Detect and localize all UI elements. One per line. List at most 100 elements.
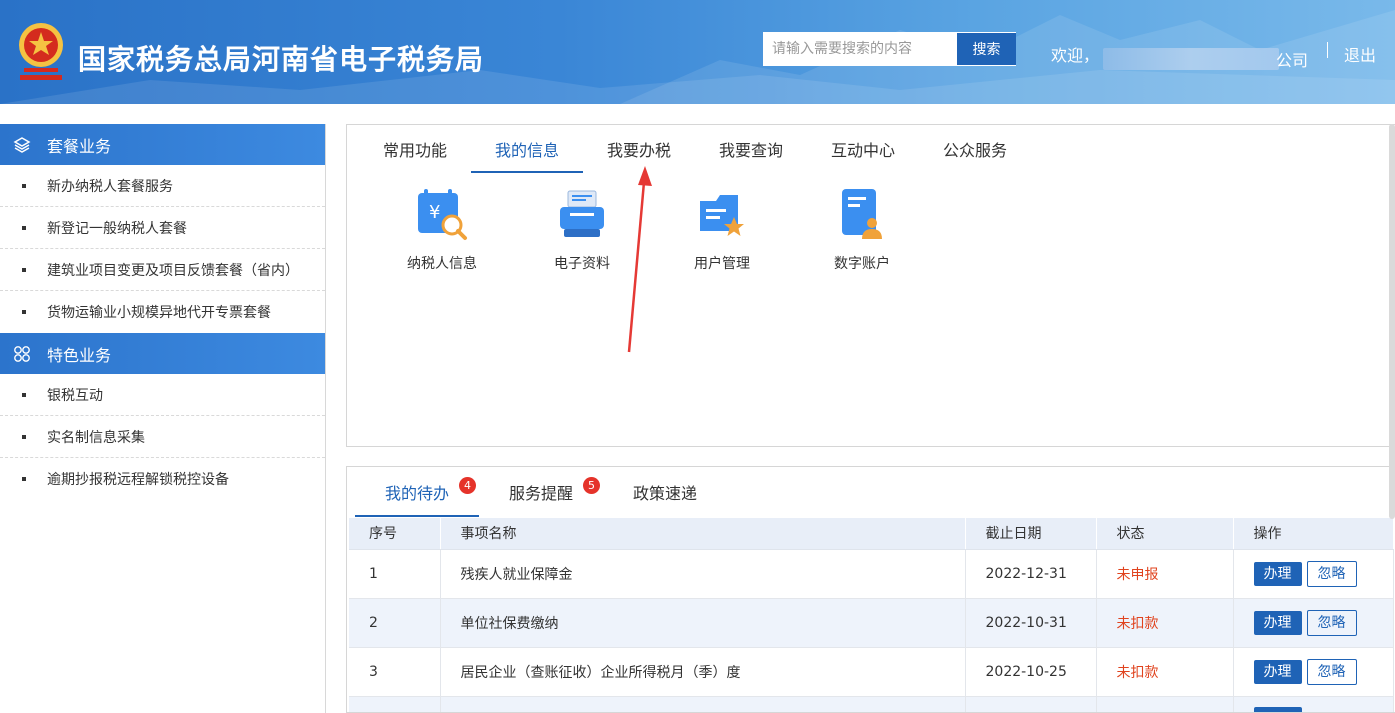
tab-label: 我的待办 bbox=[384, 484, 449, 503]
tab-label: 服务提醒 bbox=[508, 484, 573, 503]
sidebar-item[interactable]: 实名制信息采集 bbox=[0, 416, 325, 458]
table-row: 2 单位社保费缴纳 2022-10-31 未扣款 办理 忽略 bbox=[349, 598, 1394, 648]
tab-query[interactable]: 我要查询 bbox=[695, 125, 807, 173]
func-user-management[interactable]: 用户管理 bbox=[652, 187, 792, 273]
search-input[interactable] bbox=[764, 33, 956, 65]
ignore-button[interactable]: 忽略 bbox=[1306, 609, 1357, 636]
tab-interaction-center[interactable]: 互动中心 bbox=[807, 125, 919, 173]
sidebar-item[interactable]: 货物运输业小规模异地代开专票套餐 bbox=[0, 291, 325, 333]
cell-actions: 办理 忽略 bbox=[1233, 647, 1394, 697]
user-management-icon bbox=[700, 195, 744, 236]
digital-account-icon bbox=[842, 189, 882, 239]
sidebar-item[interactable]: 逾期抄报税远程解锁税控设备 bbox=[0, 458, 325, 500]
bullet bbox=[22, 310, 26, 314]
ignore-button[interactable]: 忽略 bbox=[1306, 560, 1357, 587]
search-box: 搜索 bbox=[763, 32, 1016, 66]
bullet bbox=[22, 267, 26, 272]
function-grid: ¥ 纳税人信息 电子资料 用户管理 数字账户 bbox=[372, 187, 932, 273]
table-row bbox=[349, 696, 1394, 712]
cell-status bbox=[1096, 696, 1234, 712]
sidebar-item-label: 新办纳税人套餐服务 bbox=[47, 178, 173, 195]
func-e-documents[interactable]: 电子资料 bbox=[512, 187, 652, 273]
cell-no: 1 bbox=[349, 549, 441, 599]
cell-actions: 办理 忽略 bbox=[1233, 549, 1394, 599]
sidebar-group-title: 特色业务 bbox=[47, 345, 112, 365]
cell-status: 未申报 bbox=[1096, 549, 1234, 599]
func-digital-account[interactable]: 数字账户 bbox=[792, 187, 932, 273]
tab-common-functions[interactable]: 常用功能 bbox=[359, 125, 471, 173]
reminder-count-badge: 5 bbox=[583, 477, 600, 494]
todo-panel: 我的待办 4 服务提醒 5 政策速递 序号 事项名称 截止日期 状态 操作 1 … bbox=[346, 466, 1395, 713]
tab-policy-express[interactable]: 政策速递 bbox=[603, 467, 727, 517]
layers-icon bbox=[12, 135, 32, 155]
tab-my-todo[interactable]: 我的待办 4 bbox=[355, 467, 479, 517]
header-divider bbox=[1327, 42, 1328, 58]
cell-name: 残疾人就业保障金 bbox=[440, 549, 966, 599]
cell-actions: 办理 忽略 bbox=[1233, 598, 1394, 648]
redacted-company-name bbox=[1103, 48, 1279, 70]
cell-no: 3 bbox=[349, 647, 441, 697]
company-suffix: 公司 bbox=[1276, 51, 1309, 70]
ignore-button[interactable]: 忽略 bbox=[1306, 658, 1357, 685]
cell-no: 2 bbox=[349, 598, 441, 648]
bullet bbox=[22, 392, 26, 397]
func-taxpayer-info[interactable]: ¥ 纳税人信息 bbox=[372, 187, 512, 273]
sidebar-item-label: 货物运输业小规模异地代开专票套餐 bbox=[47, 305, 271, 321]
cell-name: 单位社保费缴纳 bbox=[440, 598, 966, 648]
cell-date: 2022-10-25 bbox=[965, 647, 1097, 697]
sidebar-group-package[interactable]: 套餐业务 bbox=[0, 124, 325, 165]
todo-table: 序号 事项名称 截止日期 状态 操作 1 残疾人就业保障金 2022-12-31… bbox=[349, 518, 1394, 712]
table-row: 3 居民企业（查账征收）企业所得税月（季）度 2022-10-25 未扣款 办理… bbox=[349, 647, 1394, 697]
cell-status: 未扣款 bbox=[1096, 647, 1234, 697]
table-row: 1 残疾人就业保障金 2022-12-31 未申报 办理 忽略 bbox=[349, 549, 1394, 599]
cell-date: 2022-12-31 bbox=[965, 549, 1097, 599]
col-header: 序号 bbox=[349, 518, 441, 550]
table-header-row: 序号 事项名称 截止日期 状态 操作 bbox=[349, 518, 1394, 550]
handle-button[interactable]: 办理 bbox=[1253, 659, 1302, 684]
cell-actions bbox=[1233, 696, 1394, 712]
cell-status: 未扣款 bbox=[1096, 598, 1234, 648]
bullet bbox=[22, 183, 26, 188]
sidebar-group-featured[interactable]: 特色业务 bbox=[0, 333, 325, 374]
sidebar-item[interactable]: 建筑业项目变更及项目反馈套餐（省内） bbox=[0, 249, 325, 291]
site-header: 国家税务总局河南省电子税务局 搜索 欢迎， 公司 退出 bbox=[0, 0, 1395, 104]
function-panel: 常用功能 我的信息 我要办税 我要查询 互动中心 公众服务 ¥ 纳税人信息 电子… bbox=[346, 124, 1395, 447]
handle-button[interactable]: 办理 bbox=[1253, 561, 1302, 586]
col-header: 操作 bbox=[1233, 518, 1394, 550]
sidebar-item-label: 逾期抄报税远程解锁税控设备 bbox=[47, 472, 229, 488]
sidebar-item-label: 建筑业项目变更及项目反馈套餐（省内） bbox=[47, 262, 299, 279]
search-button[interactable]: 搜索 bbox=[956, 33, 1016, 65]
tab-label: 政策速递 bbox=[632, 484, 697, 503]
welcome-text: 欢迎， bbox=[1051, 46, 1100, 65]
tab-service-reminder[interactable]: 服务提醒 5 bbox=[479, 467, 603, 517]
tab-public-service[interactable]: 公众服务 bbox=[919, 125, 1031, 173]
func-label: 用户管理 bbox=[694, 256, 750, 272]
handle-button[interactable] bbox=[1253, 706, 1302, 712]
sidebar-item[interactable]: 新登记一般纳税人套餐 bbox=[0, 207, 325, 249]
cell-name: 居民企业（查账征收）企业所得税月（季）度 bbox=[440, 647, 966, 697]
logout-link[interactable]: 退出 bbox=[1344, 42, 1376, 66]
sidebar-item-label: 新登记一般纳税人套餐 bbox=[47, 220, 187, 237]
taxpayer-info-icon: ¥ bbox=[418, 189, 467, 240]
col-header: 截止日期 bbox=[965, 518, 1097, 550]
bullet bbox=[22, 434, 26, 439]
svg-text:¥: ¥ bbox=[429, 202, 440, 223]
func-label: 纳税人信息 bbox=[407, 256, 477, 272]
cell-no bbox=[349, 696, 441, 712]
cell-date bbox=[965, 696, 1097, 712]
page-scrollbar[interactable] bbox=[1389, 124, 1395, 519]
scanner-icon bbox=[560, 190, 604, 237]
sidebar-item[interactable]: 新办纳税人套餐服务 bbox=[0, 165, 325, 207]
bullet bbox=[22, 225, 26, 230]
site-title: 国家税务总局河南省电子税务局 bbox=[78, 43, 485, 76]
tab-handle-tax[interactable]: 我要办税 bbox=[583, 125, 695, 173]
tab-my-info[interactable]: 我的信息 bbox=[471, 125, 583, 173]
handle-button[interactable]: 办理 bbox=[1253, 610, 1302, 635]
grid-circles-icon bbox=[12, 344, 32, 364]
bottom-tab-bar: 我的待办 4 服务提醒 5 政策速递 bbox=[347, 467, 727, 517]
func-label: 数字账户 bbox=[834, 256, 890, 272]
sidebar-group-title: 套餐业务 bbox=[47, 136, 112, 156]
col-header: 状态 bbox=[1096, 518, 1234, 550]
top-tab-bar: 常用功能 我的信息 我要办税 我要查询 互动中心 公众服务 bbox=[347, 125, 1031, 173]
sidebar-item[interactable]: 银税互动 bbox=[0, 374, 325, 416]
